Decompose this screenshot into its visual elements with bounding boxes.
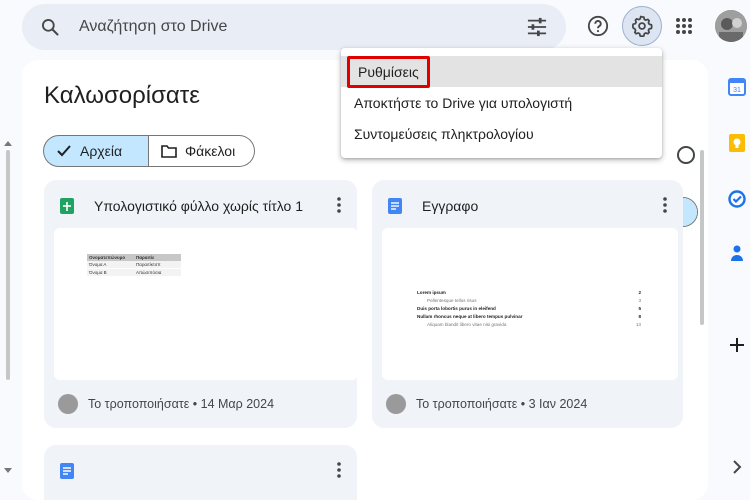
doc-line-page: 13 (635, 322, 641, 327)
svg-text:31: 31 (733, 87, 741, 94)
sheet-cell: Παραιτίκτσπ (134, 261, 181, 269)
doc-line-page: 3 (638, 298, 641, 303)
add-icon[interactable] (728, 336, 746, 354)
file-card[interactable] (44, 445, 357, 500)
page-title: Καλωσορίσατε (44, 82, 200, 109)
search-input[interactable]: Αναζήτηση στο Drive (79, 18, 227, 36)
file-title: Εγγραφο (422, 198, 479, 214)
folder-icon (161, 145, 177, 158)
gear-icon (631, 15, 653, 37)
side-panel-rail: 31 (722, 60, 750, 500)
menu-item-label: Συντομεύσεις πληκτρολογίου (354, 125, 534, 142)
doc-line: Duis porta lobortis purus in eleifend 5 (417, 306, 641, 311)
files-toggle-button[interactable]: Αρχεία (43, 135, 149, 167)
help-icon (587, 15, 609, 37)
file-thumbnail[interactable]: Ονοματεπώνυμο Παραιτίε Όνομα Α Παραιτίκτσπ… (54, 228, 358, 380)
info-icon[interactable] (677, 146, 695, 164)
more-vert-icon (337, 197, 341, 213)
sheet-cell: Όνομα Β (87, 269, 134, 277)
scroll-down-icon[interactable] (4, 468, 12, 474)
sheet-cell: Όνομα Α (87, 261, 134, 269)
doc-line-page: 5 (638, 306, 641, 311)
folders-toggle-label: Φάκελοι (185, 143, 236, 159)
check-icon (57, 145, 71, 157)
left-scrollbar[interactable] (6, 150, 10, 380)
files-folders-toggle: Αρχεία Φάκελοι (43, 135, 255, 167)
file-card-header: Υπολογιστικό φύλλο χωρίς τίτλο 1 (60, 196, 341, 216)
contacts-icon[interactable] (728, 244, 746, 262)
modified-date: Το τροποποιήσατε • 14 Μαρ 2024 (88, 397, 275, 411)
owner-avatar (386, 394, 406, 414)
folders-toggle-button[interactable]: Φάκελοι (149, 135, 255, 167)
tasks-icon[interactable] (728, 190, 746, 208)
doc-line: Aliquam blandit libero vitae nisi gravid… (417, 322, 641, 327)
help-button[interactable] (582, 10, 614, 42)
file-card-header: Εγγραφο (388, 196, 667, 216)
apps-button[interactable] (668, 10, 700, 42)
file-card-header (60, 461, 341, 481)
docs-icon (388, 198, 402, 214)
keep-icon[interactable] (728, 134, 746, 152)
search-icon[interactable] (40, 17, 60, 37)
sheet-preview: Ονοματεπώνυμο Παραιτίε Όνομα Α Παραιτίκτσπ… (87, 254, 181, 277)
settings-button[interactable] (622, 6, 662, 46)
more-options-button[interactable] (327, 193, 351, 217)
doc-line-page: 8 (638, 314, 641, 319)
more-vert-icon (337, 462, 341, 478)
calendar-icon[interactable]: 31 (728, 78, 746, 96)
doc-preview: Lorem ipsum 2 Pellentesque tellus risus 3 Du… (417, 290, 641, 330)
doc-line-text: Pellentesque tellus risus (427, 298, 477, 303)
more-options-button[interactable] (327, 458, 351, 482)
settings-menu: Ρυθμίσεις Αποκτήστε το Drive για υπολογι… (341, 48, 662, 158)
more-options-button[interactable] (653, 193, 677, 217)
file-title: Υπολογιστικό φύλλο χωρίς τίτλο 1 (94, 198, 304, 214)
menu-item-settings[interactable]: Ρυθμίσεις (341, 55, 662, 88)
menu-item-keyboard-shortcuts[interactable]: Συντομεύσεις πληκτρολογίου (341, 118, 662, 149)
menu-item-label: Αποκτήστε το Drive για υπολογιστή (354, 94, 573, 111)
sheet-cell: Απώσιπόσια (134, 269, 181, 277)
file-thumbnail[interactable]: Lorem ipsum 2 Pellentesque tellus risus 3 Du… (382, 228, 678, 380)
doc-line-page: 2 (638, 290, 641, 295)
modified-date: Το τροποποιήσατε • 3 Ιαν 2024 (416, 397, 588, 411)
menu-item-label: Ρυθμίσεις (347, 55, 430, 88)
search-options-icon[interactable] (526, 17, 548, 37)
doc-line: Pellentesque tellus risus 3 (417, 298, 641, 303)
search-bar[interactable]: Αναζήτηση στο Drive (22, 4, 566, 50)
doc-line-text: Nullam rhoncus neque at libero tempus pu… (417, 314, 523, 319)
file-card[interactable]: Εγγραφο Lorem ipsum 2 Pellentesque tellus … (372, 180, 683, 428)
sheet-cell: Ονοματεπώνυμο (87, 254, 134, 261)
avatar-image (715, 10, 747, 42)
docs-icon (60, 463, 74, 479)
menu-item-get-drive-desktop[interactable]: Αποκτήστε το Drive για υπολογιστή (341, 87, 662, 118)
account-avatar[interactable] (715, 10, 747, 42)
more-vert-icon (663, 197, 667, 213)
owner-avatar (58, 394, 78, 414)
chevron-right-icon[interactable] (728, 458, 746, 476)
files-toggle-label: Αρχεία (80, 143, 123, 159)
file-meta: Το τροποποιήσατε • 3 Ιαν 2024 (386, 394, 587, 414)
doc-line-text: Aliquam blandit libero vitae nisi gravid… (427, 322, 507, 327)
sheets-icon (60, 198, 74, 214)
doc-line: Lorem ipsum 2 (417, 290, 641, 295)
scroll-up-icon[interactable] (4, 140, 12, 146)
apps-grid-icon (676, 18, 692, 34)
file-meta: Το τροποποιήσατε • 14 Μαρ 2024 (58, 394, 274, 414)
doc-line-text: Lorem ipsum (417, 290, 446, 295)
sheet-cell: Παραιτίε (134, 254, 181, 261)
doc-line: Nullam rhoncus neque at libero tempus pu… (417, 314, 641, 319)
main-scrollbar[interactable] (700, 150, 704, 325)
file-card[interactable]: Υπολογιστικό φύλλο χωρίς τίτλο 1 Ονοματε… (44, 180, 358, 428)
doc-line-text: Duis porta lobortis purus in eleifend (417, 306, 496, 311)
